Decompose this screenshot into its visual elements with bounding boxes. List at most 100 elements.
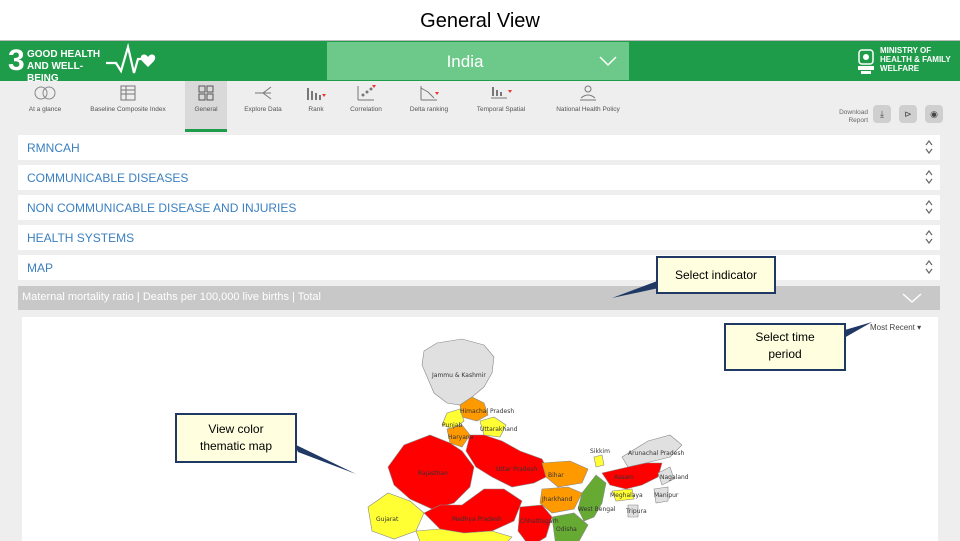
section-health-systems[interactable]: HEALTH SYSTEMS	[18, 225, 940, 250]
sdg-number: 3	[8, 44, 25, 77]
tool-label: Correlation	[350, 106, 382, 113]
map-label: Haryana	[448, 434, 474, 441]
time-period-select[interactable]: Most Recent ▾	[870, 323, 921, 332]
callout-time-line1: Select time	[755, 330, 815, 344]
filter-button[interactable]: ⊳	[899, 105, 917, 123]
slide-title: General View	[420, 10, 540, 32]
expand-collapse-icon	[925, 140, 933, 154]
toolbar: At a glance Baseline Composite Index Gen…	[0, 81, 960, 132]
section-rmncah[interactable]: RMNCAH	[18, 135, 940, 160]
map-label: Jharkhand	[541, 496, 572, 503]
map-label: Nagaland	[660, 474, 689, 481]
map-label: Assam	[614, 474, 634, 481]
map-state-sikkim	[593, 454, 605, 468]
grid-icon	[198, 85, 214, 101]
expand-collapse-icon	[925, 230, 933, 244]
map-label: Uttar Pradesh	[496, 466, 537, 473]
expand-collapse-icon	[925, 200, 933, 214]
download-icon: ⤓	[880, 109, 884, 119]
callout-select-indicator: Select indicator	[656, 256, 776, 294]
tool-delta-ranking[interactable]: Delta ranking	[404, 81, 454, 129]
callout-view-thematic-map: View color thematic map	[175, 413, 297, 463]
expand-collapse-icon	[925, 260, 933, 274]
map-label: Bihar	[548, 472, 564, 479]
chevron-down-icon	[902, 293, 922, 304]
globe-icon	[34, 86, 56, 100]
download-label-line2: Report	[848, 117, 868, 124]
chevron-down-icon	[599, 56, 617, 67]
tool-national-health-policy[interactable]: National Health Policy	[548, 81, 628, 129]
country-select[interactable]: India	[327, 42, 629, 80]
map-label: Manipur	[654, 492, 679, 499]
tool-label: Delta ranking	[409, 106, 449, 113]
map-label: Jammu & Kashmir	[431, 372, 486, 379]
ministry-name: MINISTRY OF HEALTH & FAMILY WELFARE	[880, 46, 960, 73]
policy-icon	[580, 85, 596, 101]
download-label-line1: Download	[839, 109, 868, 116]
header-bar: 3 GOOD HEALTH AND WELL-BEING India MINIS…	[0, 41, 960, 84]
section-label: HEALTH SYSTEMS	[27, 231, 135, 245]
sdg-title: GOOD HEALTH AND WELL-BEING	[27, 49, 107, 85]
heartbeat-icon	[106, 43, 156, 74]
temporal-icon	[491, 87, 512, 99]
app-window: 3 GOOD HEALTH AND WELL-BEING India MINIS…	[0, 40, 960, 541]
tool-label: Temporal Spatial	[476, 106, 526, 113]
ministry-line2: HEALTH & FAMILY	[880, 55, 951, 64]
expand-collapse-icon	[925, 170, 933, 184]
filter-icon: ⊳	[904, 109, 912, 119]
tool-at-a-glance[interactable]: At a glance	[20, 81, 70, 129]
map-label: Sikkim	[590, 448, 610, 455]
indicator-select[interactable]: Maternal mortality ratio | Deaths per 10…	[18, 286, 940, 310]
map-label: Arunachal Pradesh	[628, 450, 684, 457]
tool-label: National Health Policy	[556, 106, 620, 113]
ministry-line3: WELFARE	[880, 64, 920, 73]
map-label: Madhya Pradesh	[452, 516, 502, 523]
map-label: Rajasthan	[418, 470, 448, 477]
bar-rank-icon	[307, 88, 326, 100]
map-label: Chhattisgarh	[520, 518, 559, 525]
tool-baseline-composite-index[interactable]: Baseline Composite Index	[82, 81, 174, 129]
delta-icon	[420, 86, 439, 101]
download-report-button[interactable]: ⤓	[873, 105, 891, 123]
map-label: Meghalaya	[610, 492, 643, 499]
country-select-value: India	[446, 52, 484, 71]
table-icon	[120, 85, 136, 101]
map-label: Odisha	[556, 526, 577, 533]
user-button[interactable]: ◉	[925, 105, 943, 123]
tool-correlation[interactable]: Correlation	[344, 81, 388, 129]
callout-time-line2: period	[768, 347, 802, 361]
tool-label: At a glance	[28, 106, 62, 113]
tool-explore-data[interactable]: Explore Data	[238, 81, 288, 129]
emblem-icon	[858, 49, 874, 74]
tool-rank[interactable]: Rank	[300, 81, 332, 129]
map-label: Punjab	[442, 422, 462, 429]
map-label: Tripura	[625, 508, 647, 515]
section-label: COMMUNICABLE DISEASES	[27, 171, 189, 185]
tool-label: Baseline Composite Index	[90, 106, 166, 113]
callout-map-line1: View color	[208, 422, 264, 436]
map-label: Gujarat	[376, 516, 399, 523]
indicator-select-value: Maternal mortality ratio | Deaths per 10…	[22, 291, 321, 303]
tool-label: General	[194, 106, 218, 113]
scatter-icon	[357, 85, 376, 101]
section-label: MAP	[27, 261, 54, 275]
user-icon: ◉	[930, 109, 938, 119]
ministry-line1: MINISTRY OF	[880, 46, 932, 55]
map-label: West Bengal	[578, 506, 616, 513]
section-map[interactable]: MAP	[18, 255, 940, 280]
tool-temporal-spatial[interactable]: Temporal Spatial	[470, 81, 532, 129]
section-communicable-diseases[interactable]: COMMUNICABLE DISEASES	[18, 165, 940, 190]
tool-label: Rank	[308, 106, 324, 113]
tool-general[interactable]: General	[185, 81, 227, 132]
section-label: NON COMMUNICABLE DISEASE AND INJURIES	[27, 201, 297, 215]
callout-map-line2: thematic map	[199, 439, 273, 453]
tool-label: Explore Data	[244, 106, 282, 113]
branch-icon	[255, 86, 272, 100]
map-label: Uttarakhand	[480, 426, 518, 433]
map-state-uttar-pradesh	[465, 434, 551, 488]
section-label: RMNCAH	[27, 141, 80, 155]
sdg-title-line1: GOOD HEALTH	[27, 49, 101, 60]
section-non-communicable[interactable]: NON COMMUNICABLE DISEASE AND INJURIES	[18, 195, 940, 220]
callout-select-time-period: Select time period	[724, 323, 846, 371]
map-label: Himachal Pradesh	[460, 408, 514, 415]
